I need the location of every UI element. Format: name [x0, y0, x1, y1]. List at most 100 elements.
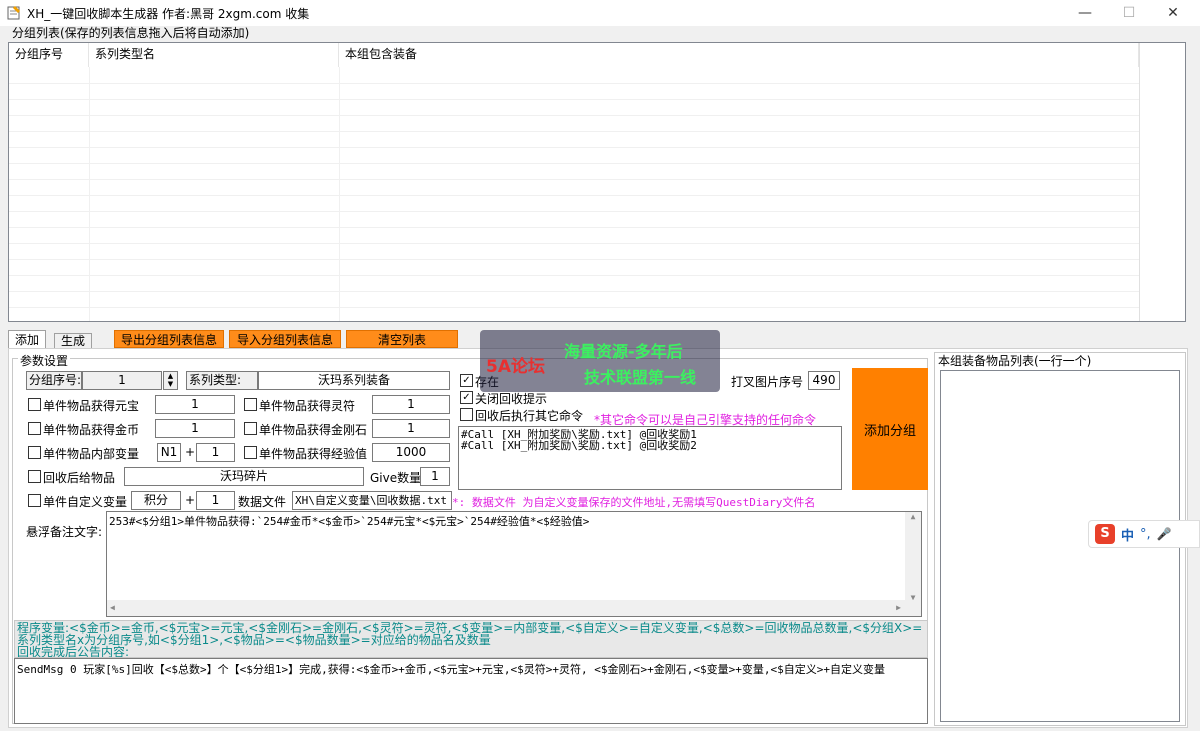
microphone-icon[interactable]: 🎤 — [1157, 527, 1172, 541]
vertical-scrollbar[interactable]: ▲ ▼ — [905, 512, 921, 602]
variable-help-panel: 程序变量:<$金币>=金币,<$元宝>=元宝,<$金刚石>=金刚石,<$灵符>=… — [14, 620, 928, 658]
ime-brand-icon: S — [1095, 524, 1115, 544]
yuanbao-label: 单件物品获得元宝 — [43, 399, 140, 413]
app-notepad-icon — [7, 6, 20, 20]
tab-add[interactable]: 添加 — [8, 330, 47, 350]
series-type-label: 系列类型: — [186, 371, 258, 390]
exp-checkbox[interactable] — [244, 446, 257, 459]
float-note-text: 253#<$分组1>单件物品获得:`254#金币*<$金币>`254#元宝*<$… — [109, 515, 590, 528]
lingfu-checkbox[interactable] — [244, 398, 257, 411]
grid-line — [9, 83, 1139, 84]
diamond-checkbox[interactable] — [244, 422, 257, 435]
data-file-note: *: 数据文件 为自定义变量保存的文件地址,无需填写QuestDiary文件名 — [452, 496, 816, 509]
equip-list-label: 本组装备物品列表(一行一个) — [938, 354, 1092, 368]
grid-line — [9, 179, 1139, 180]
import-group-list-button[interactable]: 导入分组列表信息 — [229, 330, 341, 348]
gold-checkbox[interactable] — [28, 422, 41, 435]
diamond-input[interactable]: 1 — [372, 419, 450, 438]
float-note-textarea[interactable]: 253#<$分组1>单件物品获得:`254#金币*<$金币>`254#元宝*<$… — [106, 511, 922, 617]
announce-label: 回收完成后公告内容: — [17, 645, 130, 658]
custom-var-value-input[interactable]: 1 — [196, 491, 235, 510]
give-count-input[interactable]: 1 — [420, 467, 450, 486]
data-file-input[interactable]: XH\自定义变量\回收数据.txt — [292, 491, 452, 510]
grid-line — [9, 243, 1139, 244]
run-cmd-label: 回收后执行其它命令 — [475, 409, 584, 423]
float-note-label: 悬浮备注文字: — [26, 525, 103, 539]
commands-textarea[interactable]: #Call [XH_附加奖励\奖励.txt] @回收奖励1 #Call [XH_… — [458, 426, 842, 490]
params-title: 参数设置 — [18, 352, 71, 369]
custom-var-label: 单件自定义变量 — [43, 495, 128, 509]
watermark-overlay: 5A论坛 海量资源-多年后 技术联盟第一线 — [480, 330, 720, 392]
announce-textarea[interactable]: SendMsg 0 玩家[%s]回收【<$总数>】个【<$分组1>】完成,获得:… — [14, 658, 928, 724]
close-tip-checkbox[interactable]: ✓ — [460, 391, 473, 404]
store-image-no-label: 打叉图片序号 — [731, 375, 804, 389]
grid-line — [9, 275, 1139, 276]
watermark-logo: 5A论坛 — [486, 357, 545, 377]
window-title: XH_一键回收脚本生成器 作者:黑哥 2xgm.com 收集 — [27, 7, 310, 21]
grid-divider — [1139, 43, 1140, 321]
clear-list-button[interactable]: 清空列表 — [346, 330, 458, 348]
custom-var-name-input[interactable]: 积分 — [131, 491, 181, 510]
grid-line — [9, 115, 1139, 116]
close-button[interactable]: ✕ — [1150, 0, 1196, 26]
maximize-icon: ☐ — [1122, 5, 1136, 21]
plus-sign: + — [185, 493, 196, 507]
ime-toolbar[interactable]: S 中 °, 🎤 — [1088, 520, 1200, 548]
export-group-list-button[interactable]: 导出分组列表信息 — [114, 330, 224, 348]
column-header-series-type[interactable]: 系列类型名 — [89, 43, 339, 67]
give-item-input[interactable]: 沃玛碎片 — [124, 467, 364, 486]
exp-label: 单件物品获得经验值 — [259, 447, 368, 461]
internal-var-name-input[interactable]: N1 — [157, 443, 181, 462]
grid-line — [9, 211, 1139, 212]
data-file-label: 数据文件 — [238, 495, 287, 509]
gold-input[interactable]: 1 — [155, 419, 235, 438]
close-tip-label: 关闭回收提示 — [475, 392, 548, 406]
column-header-group-no[interactable]: 分组序号 — [9, 43, 89, 67]
grid-line — [9, 227, 1139, 228]
internal-var-checkbox[interactable] — [28, 446, 41, 459]
column-header-equipment[interactable]: 本组包含装备 — [339, 43, 1139, 67]
yuanbao-input[interactable]: 1 — [155, 395, 235, 414]
plus-sign: + — [185, 445, 196, 459]
minimize-button[interactable]: — — [1062, 0, 1108, 26]
ime-punctuation-icon[interactable]: °, — [1140, 527, 1151, 542]
lingfu-input[interactable]: 1 — [372, 395, 450, 414]
watermark-line2: 技术联盟第一线 — [584, 368, 697, 387]
give-item-label: 回收后给物品 — [43, 471, 116, 485]
variable-help-text: 程序变量:<$金币>=金币,<$元宝>=元宝,<$金刚石>=金刚石,<$灵符>=… — [17, 621, 923, 647]
group-list-label: 分组列表(保存的列表信息拖入后将自动添加) — [12, 26, 250, 40]
group-no-spinner[interactable]: ▲ ▼ — [163, 371, 178, 390]
add-group-button[interactable]: 添加分组 — [852, 368, 928, 490]
grid-line — [9, 147, 1139, 148]
close-icon: ✕ — [1167, 5, 1179, 21]
group-no-input[interactable]: 1 — [82, 371, 162, 390]
ime-language[interactable]: 中 — [1121, 525, 1134, 544]
grid-line — [9, 99, 1139, 100]
group-no-label: 分组序号: — [26, 371, 82, 390]
title-bar: XH_一键回收脚本生成器 作者:黑哥 2xgm.com 收集 — ☐ ✕ — [0, 0, 1200, 26]
series-type-input[interactable]: 沃玛系列装备 — [258, 371, 450, 390]
grid-line — [9, 307, 1139, 308]
internal-var-value-input[interactable]: 1 — [196, 443, 235, 462]
maximize-button[interactable]: ☐ — [1106, 0, 1152, 26]
give-count-label: Give数量 — [370, 471, 422, 485]
diamond-label: 单件物品获得金刚石 — [259, 423, 368, 437]
yuanbao-checkbox[interactable] — [28, 398, 41, 411]
group-list-grid[interactable]: 分组序号 系列类型名 本组包含装备 — [8, 42, 1186, 322]
grid-line — [9, 259, 1139, 260]
grid-line — [9, 131, 1139, 132]
grid-line — [9, 163, 1139, 164]
exp-input[interactable]: 1000 — [372, 443, 450, 462]
custom-var-checkbox[interactable] — [28, 494, 41, 507]
give-item-checkbox[interactable] — [28, 470, 41, 483]
grid-line — [9, 291, 1139, 292]
run-cmd-checkbox[interactable] — [460, 408, 473, 421]
command-line: #Call [XH_附加奖励\奖励.txt] @回收奖励2 — [461, 439, 697, 452]
store-checkbox[interactable]: ✓ — [460, 374, 473, 387]
grid-line — [9, 195, 1139, 196]
store-image-no-input[interactable]: 490 — [808, 371, 840, 390]
internal-var-label: 单件物品内部变量 — [43, 447, 140, 461]
minimize-icon: — — [1078, 5, 1092, 21]
horizontal-scrollbar[interactable]: ◀ ▶ — [107, 600, 921, 616]
watermark-line1: 海量资源-多年后 — [564, 342, 683, 361]
